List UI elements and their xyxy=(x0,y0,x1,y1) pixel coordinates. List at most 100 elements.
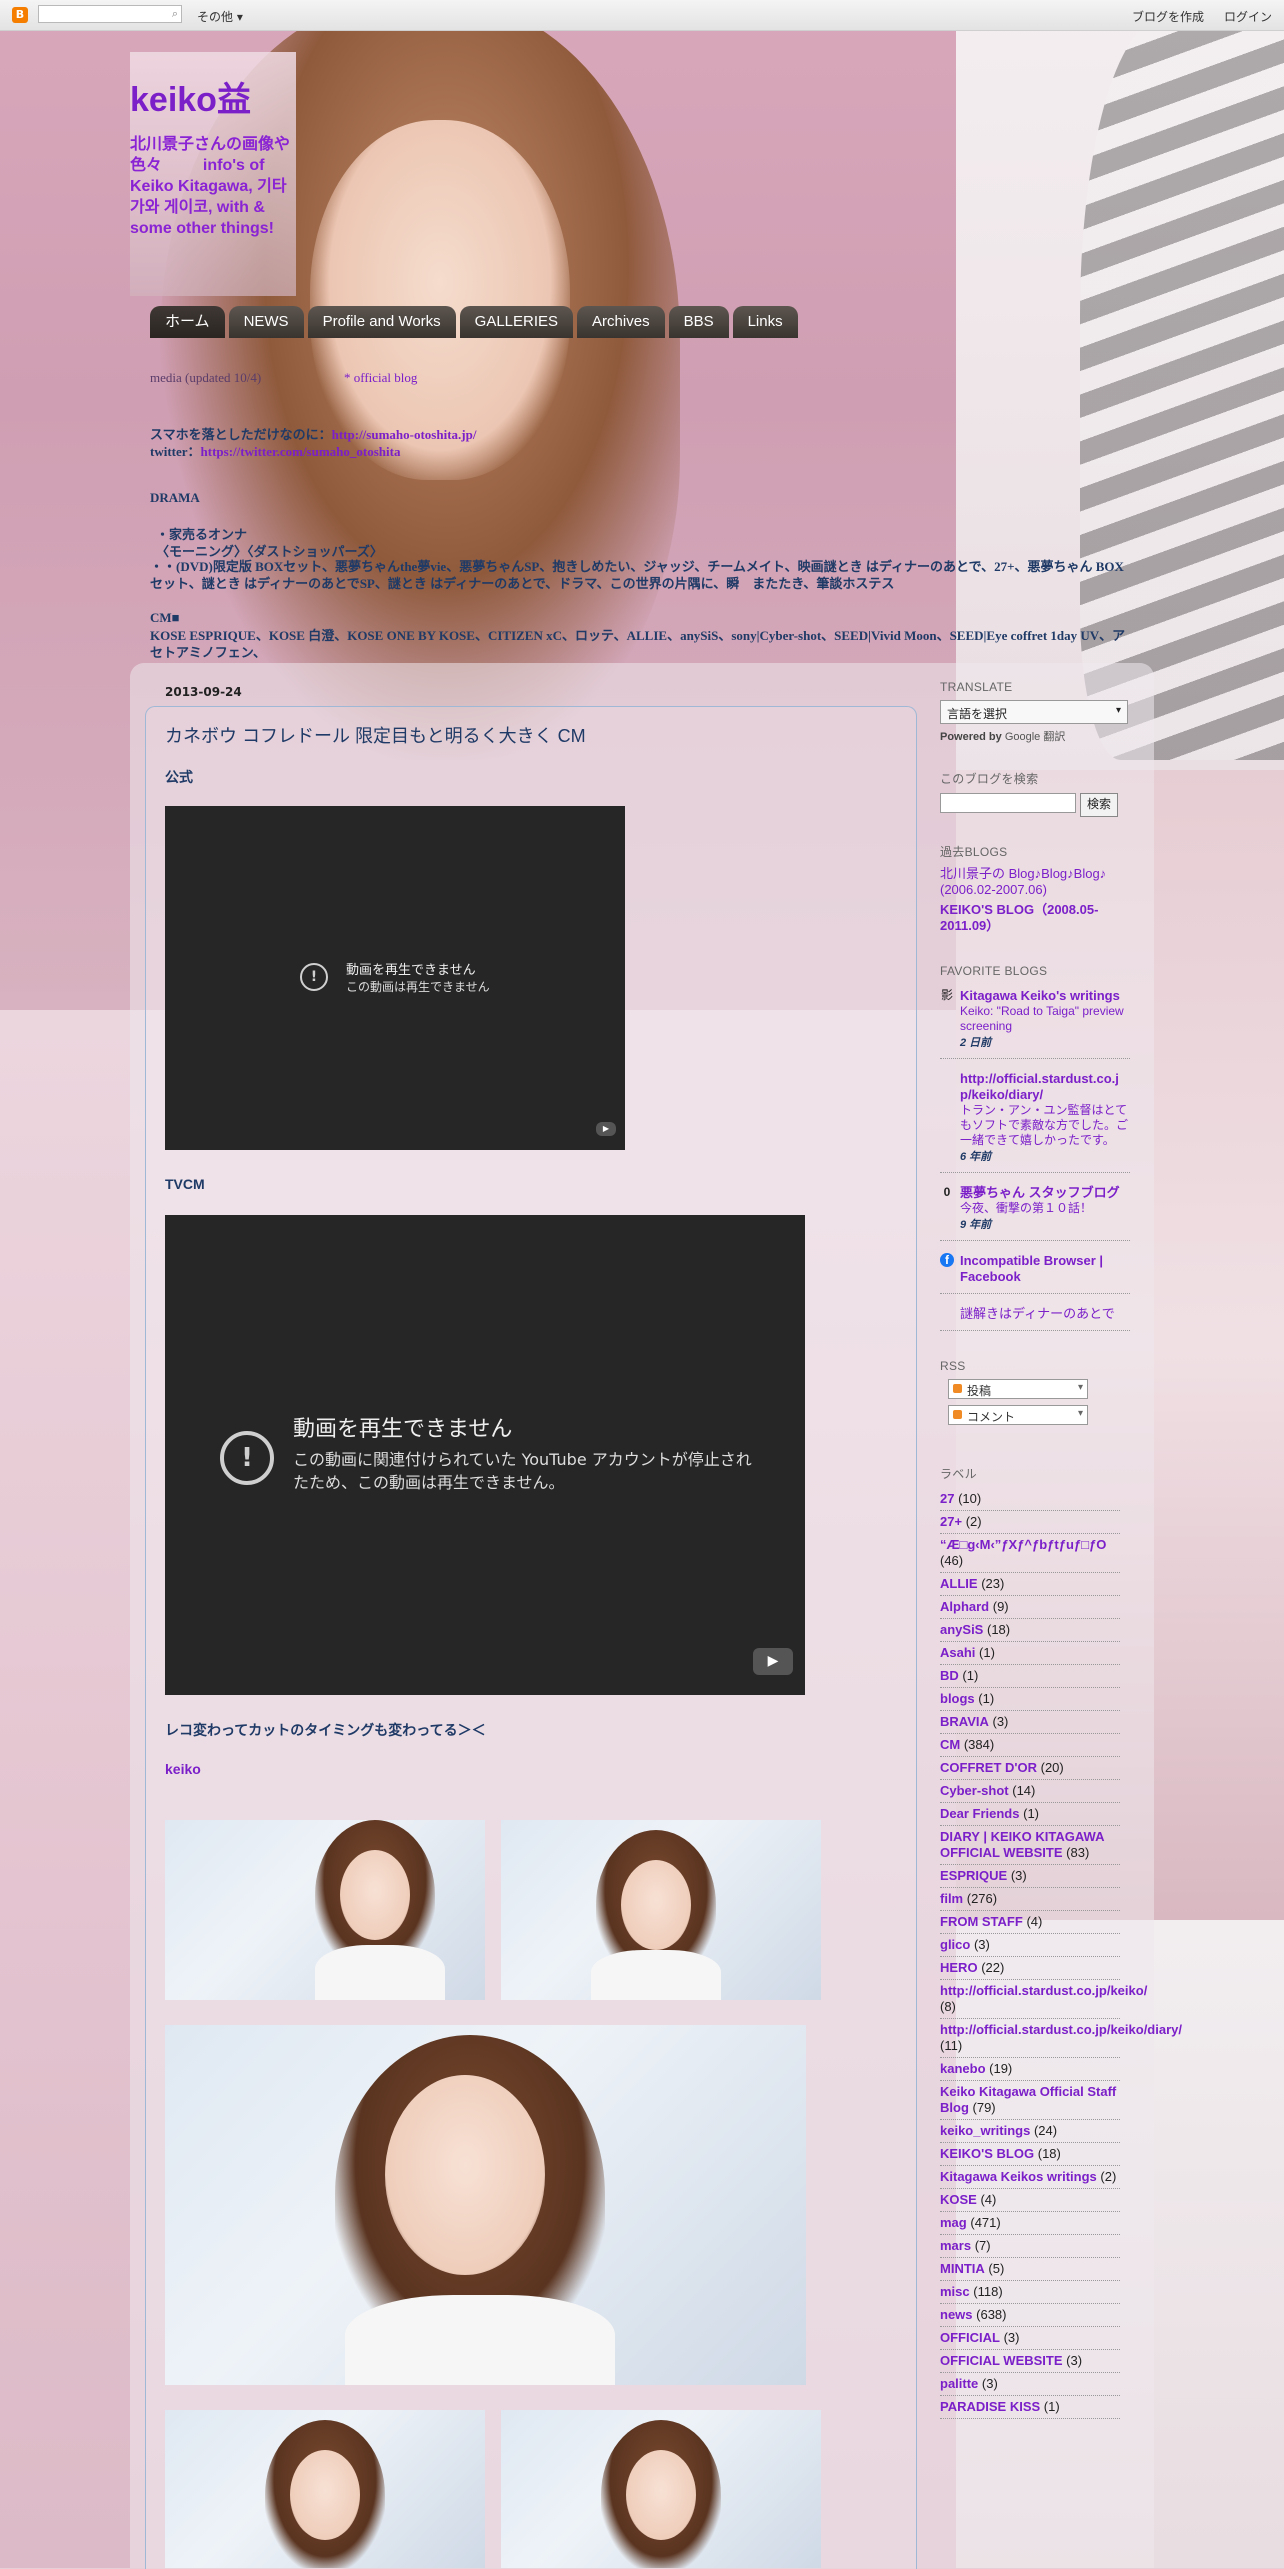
label-item: Dear Friends (1) xyxy=(940,1803,1120,1826)
rss-posts-select[interactable]: 投稿 ▾ xyxy=(948,1379,1088,1399)
error-icon: ! xyxy=(300,963,328,991)
label-link[interactable]: “Æ□g‹M‹”ƒXƒ^ƒbƒtƒuƒ□ƒO xyxy=(940,1537,1106,1552)
label-link[interactable]: FROM STAFF xyxy=(940,1914,1023,1929)
post-title[interactable]: カネボウ コフレドール 限定目もと明るく大きく CM xyxy=(165,722,586,748)
label-item: ALLIE (23) xyxy=(940,1573,1120,1596)
favorite-blog-title[interactable]: Incompatible Browser | Facebook xyxy=(960,1253,1130,1285)
translate-link[interactable]: 翻訳 xyxy=(1043,731,1065,743)
label-link[interactable]: misc xyxy=(940,2284,970,2299)
favorite-blog-post[interactable]: 今夜、衝撃の第１０話！ xyxy=(960,1201,1130,1216)
favorite-blog-title[interactable]: http://official.stardust.co.jp/keiko/dia… xyxy=(960,1071,1130,1103)
tab-home[interactable]: ホーム xyxy=(150,306,225,338)
official-blog-link-text[interactable]: * official blog xyxy=(344,370,417,385)
search-icon[interactable]: ⌕ xyxy=(172,7,178,21)
sumaho-site-link[interactable]: http://sumaho-otoshita.jp/ xyxy=(332,427,477,442)
tab-news[interactable]: NEWS xyxy=(228,306,304,338)
label-link[interactable]: KOSE xyxy=(940,2192,977,2207)
video-error-message: この動画は再生できません xyxy=(346,980,490,994)
label-link[interactable]: 27+ xyxy=(940,1514,962,1529)
youtube-logo-icon[interactable]: ▶ xyxy=(753,1648,793,1675)
login-link[interactable]: ログイン xyxy=(1224,8,1272,25)
blogger-logo-icon[interactable]: B xyxy=(12,7,28,23)
youtube-logo-icon[interactable]: ▶ xyxy=(596,1122,616,1136)
favorite-blog-title[interactable]: 悪夢ちゃん スタッフブログ xyxy=(960,1185,1130,1201)
sumaho-twitter-link[interactable]: https://twitter.com/sumaho_otoshita xyxy=(201,444,401,459)
blog-search-input[interactable] xyxy=(940,793,1076,813)
label-link[interactable]: Kitagawa Keikos writings xyxy=(940,2169,1097,2184)
blog-title[interactable]: keiko益 xyxy=(130,72,251,121)
label-link[interactable]: film xyxy=(940,1891,963,1906)
label-link[interactable]: PARADISE KISS xyxy=(940,2399,1040,2414)
youtube-embed-official[interactable]: ! 動画を再生できません この動画は再生できません ▶ xyxy=(165,806,625,1150)
label-link[interactable]: keiko_writings xyxy=(940,2123,1030,2138)
label-link[interactable]: glico xyxy=(940,1937,970,1952)
label-link[interactable]: http://official.stardust.co.jp/keiko/dia… xyxy=(940,2022,1182,2037)
label-item: PARADISE KISS (1) xyxy=(940,2396,1120,2419)
label-link[interactable]: blogs xyxy=(940,1691,975,1706)
google-logo[interactable]: Google xyxy=(1005,731,1040,743)
navbar-search-input[interactable]: ⌕ xyxy=(38,5,182,23)
label-link[interactable]: mag xyxy=(940,2215,967,2230)
blogger-navbar: B ⌕ その他 ▾ ブログを作成 ログイン xyxy=(0,0,1284,31)
favorite-blog-title[interactable]: Kitagawa Keiko's writings xyxy=(960,988,1130,1004)
label-link[interactable]: MINTIA xyxy=(940,2261,985,2276)
label-link[interactable]: Keiko Kitagawa Official Staff Blog xyxy=(940,2084,1116,2115)
label-count: (14) xyxy=(1012,1783,1036,1798)
label-link[interactable]: BRAVIA xyxy=(940,1714,989,1729)
label-link[interactable]: Cyber-shot xyxy=(940,1783,1009,1798)
post-photo-3[interactable] xyxy=(165,2025,806,2385)
navbar-more-menu[interactable]: その他 ▾ xyxy=(197,8,243,25)
official-blog-link[interactable]: * official blog xyxy=(344,370,417,386)
facebook-icon: f xyxy=(940,1253,954,1267)
keiko-label-link[interactable]: keiko xyxy=(165,1761,201,1777)
favorite-blog-title[interactable]: 謎解きはディナーのあとで xyxy=(960,1306,1130,1322)
tab-profile-and-works[interactable]: Profile and Works xyxy=(307,306,456,338)
favorite-blog-time: 6 年前 xyxy=(960,1151,992,1163)
youtube-embed-tvcm[interactable]: ! 動画を再生できません この動画に関連付けられていた YouTube アカウン… xyxy=(165,1215,805,1695)
label-count: (1) xyxy=(978,1691,995,1706)
label-link[interactable]: BD xyxy=(940,1668,959,1683)
create-blog-link[interactable]: ブログを作成 xyxy=(1132,8,1204,25)
label-link[interactable]: Alphard xyxy=(940,1599,989,1614)
label-link[interactable]: ALLIE xyxy=(940,1576,978,1591)
label-count: (10) xyxy=(958,1491,982,1506)
label-count: (118) xyxy=(973,2284,1003,2299)
label-count: (3) xyxy=(992,1714,1009,1729)
label-link[interactable]: HERO xyxy=(940,1960,978,1975)
post-photo-2[interactable] xyxy=(501,1820,821,2000)
rss-comments-select[interactable]: コメント ▾ xyxy=(948,1405,1088,1425)
label-link[interactable]: 27 xyxy=(940,1491,954,1506)
label-link[interactable]: kanebo xyxy=(940,2061,986,2076)
post-photo-4[interactable] xyxy=(165,2410,485,2568)
blog-search-button[interactable]: 検索 xyxy=(1080,793,1119,817)
post-photo-5[interactable] xyxy=(501,2410,821,2568)
label-count: (3) xyxy=(1066,2353,1083,2368)
tab-galleries[interactable]: GALLERIES xyxy=(459,306,574,338)
label-link[interactable]: palitte xyxy=(940,2376,978,2391)
label-link[interactable]: KEIKO'S BLOG xyxy=(940,2146,1034,2161)
label-count: (46) xyxy=(940,1553,964,1568)
past-blog-link[interactable]: 北川景子の Blog♪Blog♪Blog♪ (2006.02-2007.06) xyxy=(940,866,1130,898)
post-photo-1[interactable] xyxy=(165,1820,485,2000)
label-link[interactable]: Asahi xyxy=(940,1645,975,1660)
label-link[interactable]: OFFICIAL xyxy=(940,2330,1000,2345)
language-select[interactable]: 言語を選択 ▾ xyxy=(940,700,1128,724)
label-link[interactable]: mars xyxy=(940,2238,971,2253)
label-link[interactable]: COFFRET D'OR xyxy=(940,1760,1037,1775)
favorite-blog-post[interactable]: Keiko: "Road to Taiga" preview screening xyxy=(960,1004,1130,1034)
label-link[interactable]: CM xyxy=(940,1737,960,1752)
label-item: OFFICIAL (3) xyxy=(940,2327,1120,2350)
tab-links[interactable]: Links xyxy=(732,306,798,338)
tab-archives[interactable]: Archives xyxy=(577,306,665,338)
label-link[interactable]: OFFICIAL WEBSITE xyxy=(940,2353,1063,2368)
label-item: KOSE (4) xyxy=(940,2189,1120,2212)
label-link[interactable]: Dear Friends xyxy=(940,1806,1019,1821)
label-count: (1) xyxy=(962,1668,979,1683)
label-link[interactable]: news xyxy=(940,2307,973,2322)
favorite-blog-post[interactable]: トラン・アン・ユン監督はとてもソフトで素敵な方でした。ご一緒できて嬉しかったです… xyxy=(960,1103,1130,1148)
label-link[interactable]: http://official.stardust.co.jp/keiko/ xyxy=(940,1983,1147,1998)
tab-bbs[interactable]: BBS xyxy=(668,306,729,338)
label-link[interactable]: anySiS xyxy=(940,1622,983,1637)
label-link[interactable]: ESPRIQUE xyxy=(940,1868,1007,1883)
past-blog-link[interactable]: KEIKO'S BLOG（2008.05-2011.09） xyxy=(940,902,1130,934)
